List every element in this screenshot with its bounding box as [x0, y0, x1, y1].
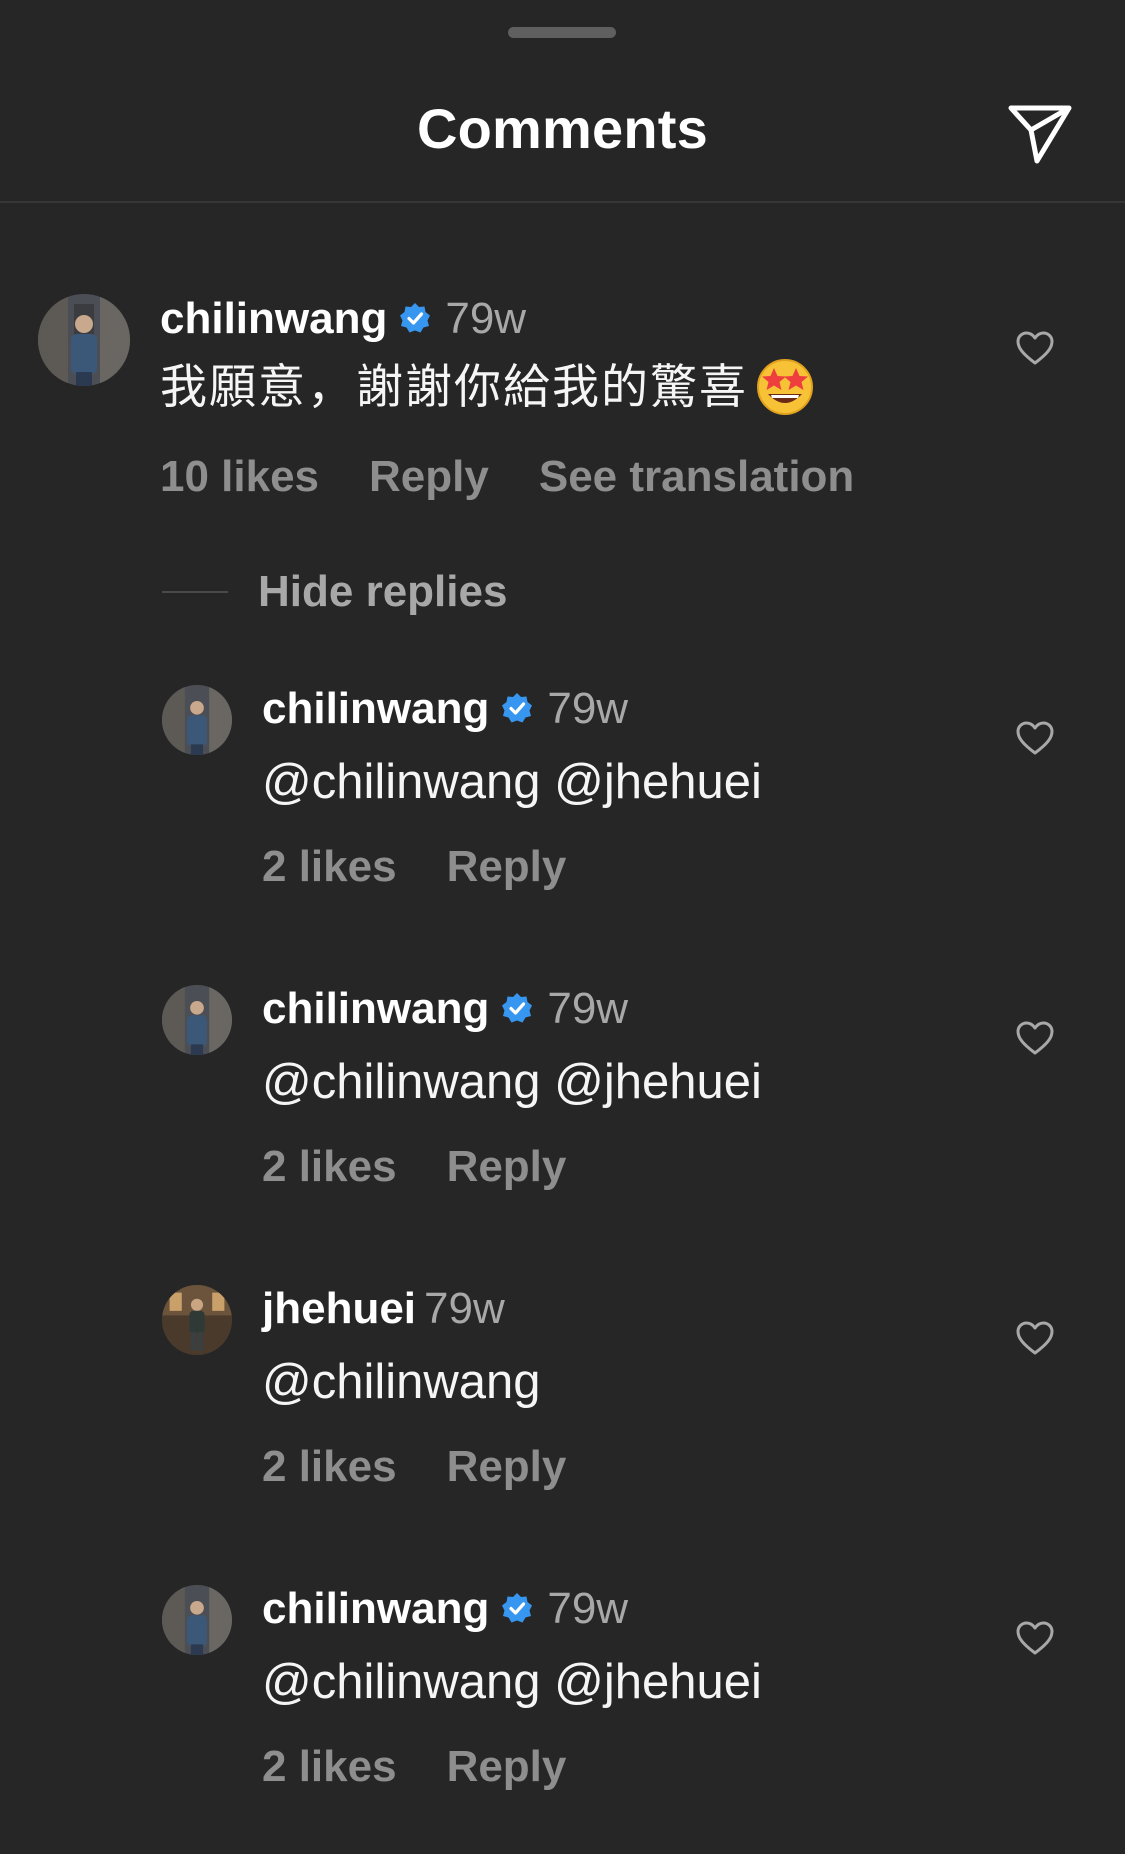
avatar[interactable] [162, 685, 232, 755]
heart-icon[interactable] [1015, 1020, 1055, 1056]
hide-replies-button[interactable]: Hide replies [162, 566, 507, 618]
timestamp: 79w [424, 1284, 505, 1333]
heart-icon[interactable] [1015, 720, 1055, 756]
comment-text-content: 我願意，謝謝你給我的驚喜 [160, 360, 748, 415]
reply-button[interactable]: Reply [447, 1742, 567, 1791]
reply-button[interactable]: Reply [447, 1142, 567, 1191]
user-photo-icon [162, 985, 232, 1055]
likes-count[interactable]: 2 likes [262, 1142, 397, 1191]
comment-text: 我願意，謝謝你給我的驚喜 [160, 358, 816, 422]
username[interactable]: chilinwang [262, 984, 489, 1033]
likes-count[interactable]: 2 likes [262, 842, 397, 891]
avatar[interactable] [162, 985, 232, 1055]
comment-header: chilinwang 79w [262, 683, 628, 735]
star-struck-emoji [757, 358, 813, 415]
user-photo-icon [162, 1285, 232, 1355]
comment-actions: 10 likes Reply See translation [160, 451, 904, 503]
reply-button[interactable]: Reply [447, 842, 567, 891]
username[interactable]: jhehuei [262, 1284, 416, 1333]
timestamp: 79w [547, 1584, 629, 1633]
timestamp: 79w [445, 294, 527, 343]
comment-header: chilinwang 79w [160, 293, 526, 345]
avatar[interactable] [162, 1585, 232, 1655]
avatar[interactable] [38, 294, 130, 386]
reply-button[interactable]: Reply [447, 1442, 567, 1491]
timestamp: 79w [547, 984, 629, 1033]
comment-text: @chilinwang @jhehuei [262, 1055, 762, 1109]
comment-header: jhehuei 79w [262, 1283, 505, 1335]
comment-header: chilinwang 79w [262, 1583, 628, 1635]
avatar[interactable] [162, 1285, 232, 1355]
likes-count[interactable]: 2 likes [262, 1442, 397, 1491]
likes-count[interactable]: 2 likes [262, 1742, 397, 1791]
comment-text: @chilinwang @jhehuei [262, 1655, 762, 1709]
comment-actions: 2 likes Reply [262, 841, 616, 893]
heart-icon[interactable] [1015, 1620, 1055, 1656]
verified-badge-icon [400, 303, 431, 333]
username[interactable]: chilinwang [160, 294, 387, 343]
likes-count[interactable]: 10 likes [160, 452, 319, 501]
timestamp: 79w [547, 684, 629, 733]
share-button[interactable] [1004, 98, 1076, 170]
hide-replies-label: Hide replies [258, 567, 508, 616]
user-photo-icon [162, 685, 232, 755]
comment-text: @chilinwang [262, 1355, 541, 1409]
heart-icon[interactable] [1015, 1320, 1055, 1356]
comments-sheet: Comments chilinwang 79w 我願意，謝謝你給我的驚喜 10 … [0, 0, 1125, 1854]
comment-actions: 2 likes Reply [262, 1141, 616, 1193]
comment-text: @chilinwang @jhehuei [262, 755, 762, 809]
username[interactable]: chilinwang [262, 684, 489, 733]
comment-actions: 2 likes Reply [262, 1441, 616, 1493]
see-translation-button[interactable]: See translation [539, 452, 854, 501]
page-title: Comments [417, 97, 708, 160]
username[interactable]: chilinwang [262, 1584, 489, 1633]
heart-icon[interactable] [1015, 330, 1055, 366]
verified-badge-icon [502, 993, 533, 1023]
reply-button[interactable]: Reply [369, 452, 489, 501]
header-divider [0, 201, 1125, 203]
paper-plane-icon [1008, 105, 1072, 164]
verified-badge-icon [502, 1593, 533, 1623]
user-photo-icon [38, 294, 130, 386]
comment-actions: 2 likes Reply [262, 1741, 616, 1793]
verified-badge-icon [502, 693, 533, 723]
user-photo-icon [162, 1585, 232, 1655]
thread-line [162, 591, 228, 593]
comment-header: chilinwang 79w [262, 983, 628, 1035]
drag-handle[interactable] [508, 27, 616, 38]
